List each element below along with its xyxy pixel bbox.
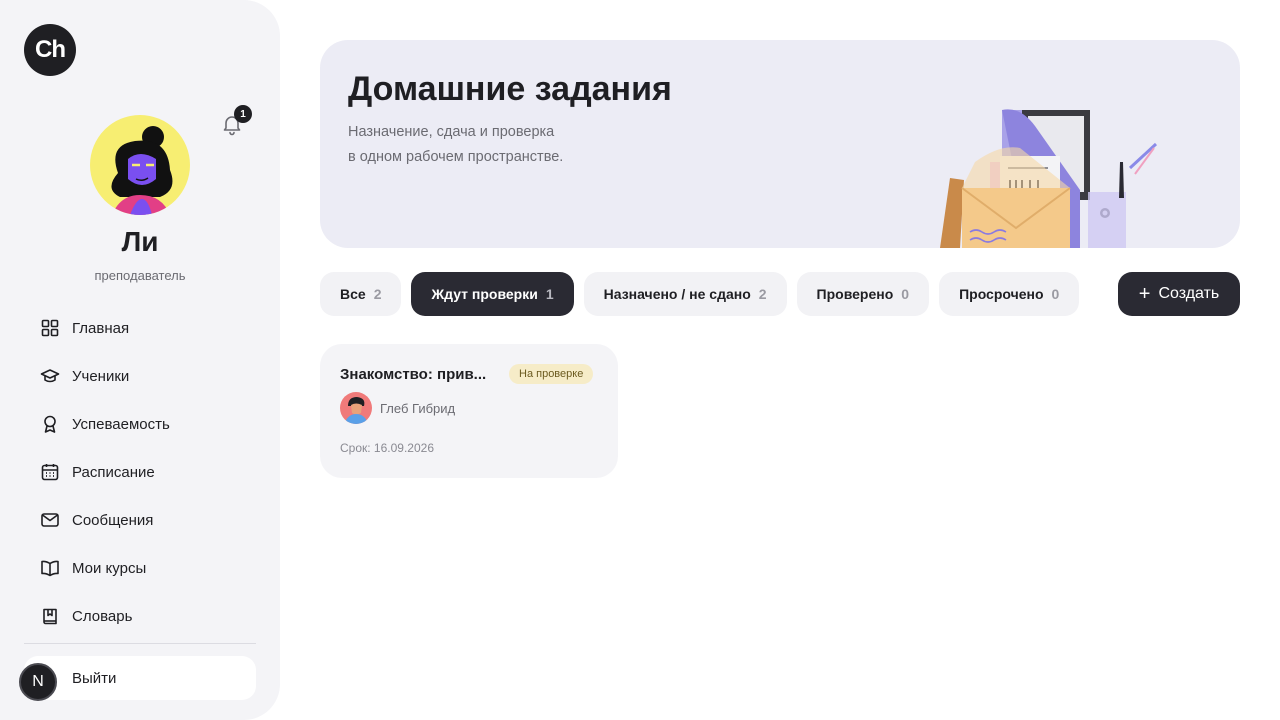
grid-icon [41, 319, 59, 337]
filter-chip-overdue[interactable]: Просрочено 0 [939, 272, 1080, 316]
page-title: Домашние задания [348, 70, 672, 108]
filter-chip-checked[interactable]: Проверено 0 [796, 272, 930, 316]
page-subtitle: Назначение, сдача и проверка в одном раб… [348, 120, 668, 170]
filter-count: 0 [1051, 286, 1060, 302]
sidebar-item-messages[interactable]: Сообщения [24, 496, 256, 544]
mail-icon [41, 513, 59, 527]
sidebar-item-courses[interactable]: Мои курсы [24, 544, 256, 592]
sidebar-item-label: Сообщения [72, 511, 154, 529]
filter-bar: Все 2 Ждут проверки 1 Назначено / не сда… [320, 272, 1089, 316]
filter-label: Проверено [816, 286, 894, 302]
filter-label: Ждут проверки [431, 286, 538, 302]
n-badge[interactable]: N [19, 663, 57, 701]
create-assignment-button[interactable]: + Создать [1118, 272, 1240, 316]
user-role: преподаватель [94, 268, 186, 283]
sidebar-item-schedule[interactable]: Расписание [24, 448, 256, 496]
sidebar-divider [24, 643, 256, 644]
status-badge: На проверке [509, 364, 594, 384]
sidebar-item-label: Расписание [72, 463, 155, 481]
filter-chip-awaiting-review[interactable]: Ждут проверки 1 [411, 272, 574, 316]
award-icon [44, 415, 56, 433]
student-name: Глеб Гибрид [380, 401, 456, 416]
sidebar-nav: Главная Ученики Успеваемость Расписание … [24, 304, 256, 640]
logout-button[interactable]: Выйти [24, 656, 256, 700]
filter-count: 2 [758, 286, 767, 302]
sidebar: Ch 1 Ли преподаватель Главная Ученики Ус… [0, 0, 280, 720]
subtitle-line: в одном рабочем пространстве. [348, 149, 564, 165]
sidebar-item-label: Успеваемость [72, 415, 170, 433]
bookmark-book-icon [43, 608, 57, 625]
notification-count-badge: 1 [234, 105, 252, 123]
assignment-card[interactable]: Знакомство: прив... На проверке Глеб Гиб… [320, 344, 618, 478]
filter-label: Просрочено [959, 286, 1044, 302]
sidebar-item-label: Словарь [72, 607, 133, 625]
create-button-label: Создать [1158, 285, 1220, 302]
due-date: Срок: 16.09.2026 [340, 441, 434, 455]
book-open-icon [41, 560, 59, 577]
app-logo[interactable]: Ch [24, 24, 76, 76]
user-name: Ли [121, 226, 159, 257]
filter-chip-assigned-not-submitted[interactable]: Назначено / не сдано 2 [583, 272, 787, 316]
student-avatar [340, 392, 372, 424]
filter-label: Все [340, 286, 366, 302]
subtitle-line: Назначение, сдача и проверка [348, 124, 555, 140]
filter-count: 0 [901, 286, 910, 302]
graduation-cap-icon [40, 369, 60, 383]
sidebar-item-dictionary[interactable]: Словарь [24, 592, 256, 640]
sidebar-item-label: Мои курсы [72, 559, 147, 577]
filter-count: 2 [373, 286, 382, 302]
calendar-icon [41, 464, 59, 481]
sidebar-item-home[interactable]: Главная [24, 304, 256, 352]
sidebar-item-label: Ученики [72, 367, 130, 385]
sidebar-item-progress[interactable]: Успеваемость [24, 400, 256, 448]
sidebar-item-students[interactable]: Ученики [24, 352, 256, 400]
avatar[interactable] [90, 115, 190, 215]
folder-envelope-illustration [940, 109, 1158, 248]
plus-icon: + [1138, 283, 1151, 305]
filter-count: 1 [545, 286, 554, 302]
hero-banner: Домашние задания Назначение, сдача и про… [320, 40, 1240, 248]
logout-label: Выйти [72, 669, 117, 687]
filter-chip-all[interactable]: Все 2 [320, 272, 402, 316]
sidebar-item-label: Главная [72, 319, 130, 337]
assignment-title: Знакомство: прив... [340, 366, 487, 383]
filter-label: Назначено / не сдано [603, 286, 751, 302]
